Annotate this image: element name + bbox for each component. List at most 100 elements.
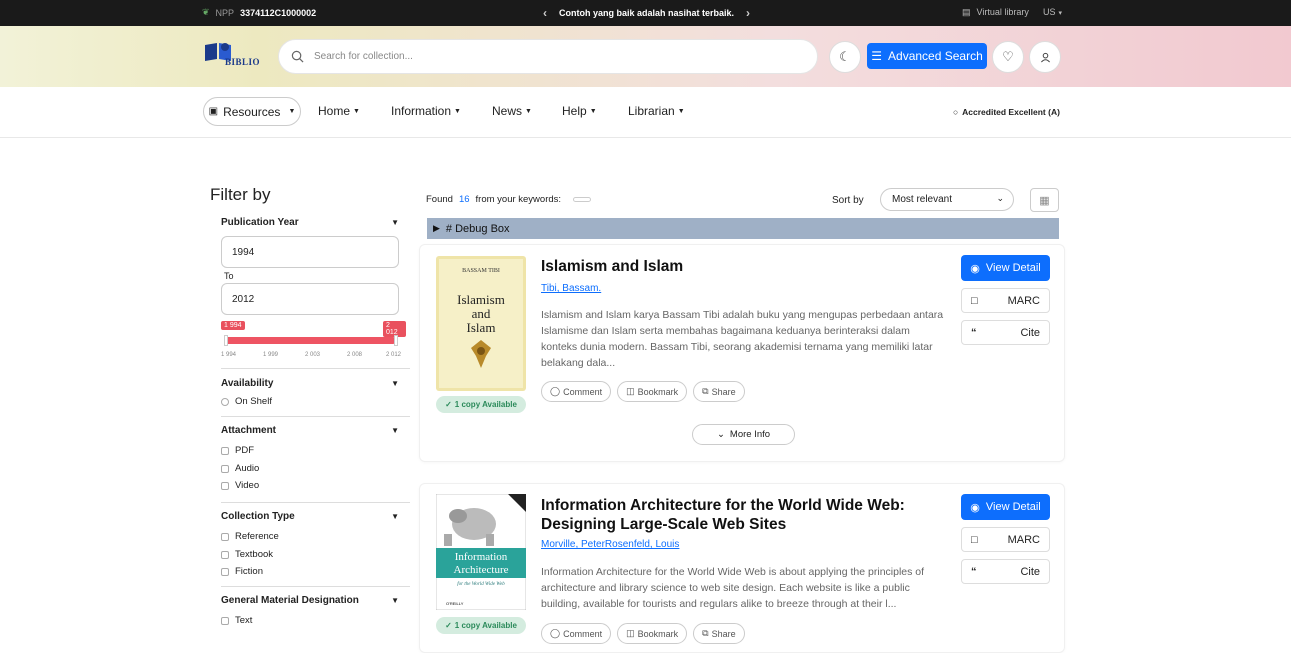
virtual-library-label: Virtual library xyxy=(976,7,1029,17)
option-video[interactable]: Video xyxy=(210,477,410,494)
language-selector[interactable]: US ▾ xyxy=(1043,7,1062,17)
nav-information-label: Information xyxy=(391,104,452,118)
cite-button[interactable]: “ Cite xyxy=(961,559,1050,584)
slider-max-handle[interactable] xyxy=(394,335,398,346)
book-cover-image[interactable]: Information Architecture for the World W… xyxy=(436,494,526,610)
comment-button[interactable]: ◯ Comment xyxy=(541,381,612,402)
sort-select[interactable]: Most relevant ⌄ xyxy=(880,188,1014,211)
virtual-library-link[interactable]: ▤ Virtual library xyxy=(962,7,1029,18)
language-label: US xyxy=(1043,7,1056,17)
availability-header[interactable]: Availability ▼ xyxy=(210,376,410,390)
option-label: Fiction xyxy=(235,566,263,577)
publication-year-label: Publication Year xyxy=(221,216,299,228)
caret-down-icon: ▼ xyxy=(677,108,685,116)
option-audio[interactable]: Audio xyxy=(210,460,410,477)
option-fiction[interactable]: Fiction xyxy=(210,563,410,580)
favorites-button[interactable]: ♡ xyxy=(992,41,1024,73)
top-bar: ❦ NPP 3374112C1000002 ‹ Contoh yang baik… xyxy=(0,0,1291,26)
resources-dropdown[interactable]: ▣ Resources ▼ xyxy=(203,97,301,126)
comment-label: Comment xyxy=(563,386,603,397)
collection-type-header[interactable]: Collection Type ▼ xyxy=(210,509,410,523)
view-detail-button[interactable]: ◉ View Detail xyxy=(961,494,1050,520)
publication-year-header[interactable]: Publication Year ▼ xyxy=(210,215,410,229)
npp-value: 3374112C1000002 xyxy=(240,7,317,18)
search-bar[interactable] xyxy=(278,39,818,74)
option-on-shelf[interactable]: On Shelf xyxy=(210,393,410,410)
cite-button[interactable]: “ Cite xyxy=(961,320,1050,345)
bookmark-icon: ◫ xyxy=(626,386,635,396)
cover-subtitle: for the World Wide Web xyxy=(457,582,505,587)
caret-down-icon: ▼ xyxy=(589,108,597,116)
checkbox[interactable] xyxy=(221,567,229,576)
bookmark-button[interactable]: ◫ Bookmark xyxy=(617,381,688,402)
book-description: Information Architecture for the World W… xyxy=(541,566,925,610)
option-pdf[interactable]: PDF xyxy=(210,442,410,459)
share-label: Share xyxy=(711,628,736,639)
book-title[interactable]: Islamism and Islam xyxy=(541,257,683,276)
share-icon: ⧉ xyxy=(702,386,709,396)
debug-box[interactable]: ▶ # Debug Box xyxy=(427,218,1059,239)
checkbox[interactable] xyxy=(221,532,229,541)
slider-tick: 1 999 xyxy=(263,352,279,358)
nav-information[interactable]: Information ▼ xyxy=(391,104,461,118)
nav-home[interactable]: Home ▼ xyxy=(318,104,360,118)
cite-label: Cite xyxy=(1020,326,1040,339)
slider-min-badge: 1 994 xyxy=(221,321,245,330)
attachment-header[interactable]: Attachment ▼ xyxy=(210,423,410,437)
option-text[interactable]: Text xyxy=(210,612,410,629)
option-reference[interactable]: Reference xyxy=(210,528,410,545)
grid-view-button[interactable]: ▦ xyxy=(1030,188,1059,212)
slider-min-handle[interactable] xyxy=(224,335,228,346)
share-button[interactable]: ⧉ Share xyxy=(693,381,745,402)
year-range-slider[interactable]: 1 994 2 012 1 994 1 999 2 003 2 008 2 01… xyxy=(221,321,406,366)
nav-news[interactable]: News ▼ xyxy=(492,104,532,118)
card-side-buttons: ◉ View Detail □ MARC “ Cite xyxy=(961,494,1050,584)
checkbox[interactable] xyxy=(221,481,229,490)
more-info-button[interactable]: ⌄ More Info xyxy=(692,424,795,445)
book-title[interactable]: Information Architecture for the World W… xyxy=(541,496,941,534)
nav-help[interactable]: Help ▼ xyxy=(562,104,597,118)
theme-toggle-button[interactable]: ☾ xyxy=(829,41,861,73)
book-description: Islamism and Islam karya Bassam Tibi ada… xyxy=(541,309,944,369)
option-textbook[interactable]: Textbook xyxy=(210,546,410,563)
book-author[interactable]: Morville, PeterRosenfeld, Louis xyxy=(541,539,679,550)
gmd-header[interactable]: General Material Designation ▼ xyxy=(210,593,410,607)
user-account-button[interactable] xyxy=(1029,41,1061,73)
caret-down-icon: ▾ xyxy=(1058,9,1063,17)
advanced-search-button[interactable]: ☰ Advanced Search xyxy=(867,43,987,69)
year-to-input[interactable]: 2012 xyxy=(221,283,399,315)
option-label: Text xyxy=(235,615,253,626)
npp-info: ❦ NPP 3374112C1000002 xyxy=(202,7,316,18)
nav-librarian-label: Librarian xyxy=(628,104,675,118)
year-from-input[interactable]: 1994 xyxy=(221,236,399,268)
caret-down-icon: ▼ xyxy=(525,108,532,116)
header: BIBLIO ☾ ☰ Advanced Search ♡ xyxy=(0,26,1291,87)
lightbulb-icon: ○ xyxy=(953,107,959,117)
share-icon: ⧉ xyxy=(702,628,709,638)
chevron-left-icon[interactable]: ‹ xyxy=(543,6,547,20)
slider-tick: 2 008 xyxy=(347,352,363,358)
marc-button[interactable]: □ MARC xyxy=(961,527,1050,552)
book-cover-image[interactable]: BASSAM TIBI Islamism and Islam xyxy=(436,256,526,391)
site-logo[interactable]: BIBLIO xyxy=(203,41,263,71)
quote-carousel: ‹ Contoh yang baik adalah nasihat terbai… xyxy=(543,6,750,20)
to-label: To xyxy=(224,271,234,281)
accreditation-label: Accredited Excellent (A) xyxy=(962,107,1060,117)
view-detail-button[interactable]: ◉ View Detail xyxy=(961,255,1050,281)
nav-librarian[interactable]: Librarian ▼ xyxy=(628,104,685,118)
attachment-label: Attachment xyxy=(221,424,277,436)
marc-button[interactable]: □ MARC xyxy=(961,288,1050,313)
checkbox[interactable] xyxy=(221,446,229,455)
radio-button[interactable] xyxy=(221,397,229,406)
availability-label: Availability xyxy=(221,377,274,389)
checkbox[interactable] xyxy=(221,550,229,559)
book-author[interactable]: Tibi, Bassam. xyxy=(541,283,601,294)
npp-label: NPP xyxy=(215,7,235,18)
marc-label: MARC xyxy=(1007,294,1040,307)
main-nav: ▣ Resources ▼ Home ▼ Information ▼ News ▼ H… xyxy=(0,87,1291,138)
search-input[interactable] xyxy=(314,51,794,62)
checkbox[interactable] xyxy=(221,464,229,473)
debug-label: # Debug Box xyxy=(445,222,510,235)
checkbox[interactable] xyxy=(221,616,229,625)
chevron-right-icon[interactable]: › xyxy=(746,6,750,20)
